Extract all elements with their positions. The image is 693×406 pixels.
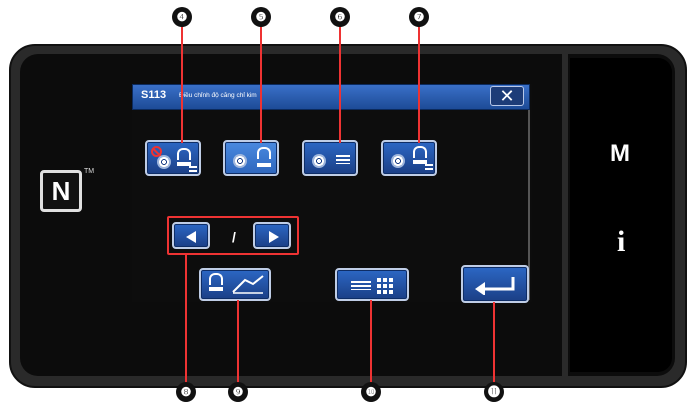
- list-lines-icon: [351, 281, 371, 290]
- leader-line-5: [260, 25, 262, 143]
- thread-icon: [413, 146, 427, 158]
- callout-5: ❺: [251, 7, 271, 27]
- callout-9: ❾: [228, 382, 248, 402]
- m-key[interactable]: M: [610, 140, 630, 168]
- arrow-left-icon: [186, 231, 196, 243]
- nfc-logo-letter: N: [51, 176, 71, 206]
- side-key-panel: [570, 58, 672, 372]
- callout-6: ❻: [330, 7, 350, 27]
- nfc-logo-icon: N: [40, 170, 82, 212]
- spool-icon: [157, 155, 171, 169]
- bars-icon: [425, 164, 433, 171]
- callout-11: ⓫: [484, 382, 504, 402]
- dialog-title: Điều chỉnh độ căng chỉ kim: [179, 92, 257, 99]
- mode-button-4[interactable]: [145, 140, 201, 176]
- page-indicator: /: [232, 229, 236, 245]
- leader-line-7: [418, 25, 420, 143]
- leader-line-8: [185, 255, 187, 385]
- callout-10: ❿: [361, 382, 381, 402]
- dialog-title-bar: S113 Điều chỉnh độ căng chỉ kim: [132, 84, 530, 110]
- leader-line-6: [339, 25, 341, 143]
- info-key[interactable]: i: [617, 225, 625, 259]
- mode-button-7[interactable]: [381, 140, 437, 176]
- prev-page-button[interactable]: [172, 222, 210, 249]
- dialog-code: S113: [141, 89, 167, 101]
- callout-7: ❼: [409, 7, 429, 27]
- mode-button-6[interactable]: [302, 140, 358, 176]
- leader-line-4: [181, 25, 183, 143]
- leader-line-10: [370, 300, 372, 385]
- tension-graph-icon: [232, 275, 264, 294]
- enter-icon: [475, 277, 515, 295]
- panel-divider: [562, 54, 568, 376]
- next-page-button[interactable]: [253, 222, 291, 249]
- callout-8: ❽: [176, 382, 196, 402]
- thread-icon: [209, 273, 223, 285]
- leader-line-9: [237, 300, 239, 385]
- spool-icon: [233, 154, 247, 168]
- thread-icon: [177, 148, 191, 160]
- bars-icon: [336, 155, 350, 164]
- close-button[interactable]: ✕: [490, 86, 524, 106]
- nfc-trademark: TM: [84, 168, 95, 175]
- tension-graph-button[interactable]: [199, 268, 271, 301]
- enter-button[interactable]: [461, 265, 529, 303]
- bars-icon: [189, 166, 197, 172]
- presser-foot-icon: [209, 287, 223, 291]
- thread-icon: [257, 147, 271, 159]
- presser-foot-icon: [257, 163, 271, 167]
- list-grid-button[interactable]: [335, 268, 409, 301]
- leader-line-11: [493, 302, 495, 385]
- mode-button-5[interactable]: [223, 140, 279, 176]
- callout-4: ❹: [172, 7, 192, 27]
- list-grid-icon: [377, 278, 393, 294]
- spool-icon: [391, 154, 405, 168]
- spool-icon: [312, 154, 326, 168]
- arrow-right-icon: [269, 231, 279, 243]
